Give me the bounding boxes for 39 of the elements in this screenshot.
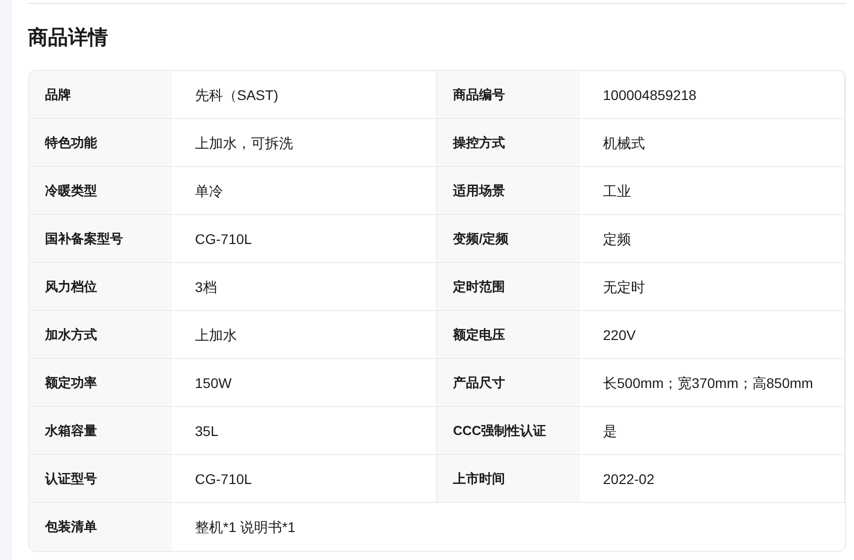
spec-label: 风力档位 bbox=[45, 278, 97, 296]
spec-value: 150W bbox=[195, 374, 232, 392]
spec-label: 冷暖类型 bbox=[45, 182, 97, 200]
spec-value: 整机*1 说明书*1 bbox=[195, 518, 296, 536]
spec-label: 上市时间 bbox=[453, 470, 505, 488]
spec-label: 品牌 bbox=[45, 86, 71, 104]
spec-value: 定频 bbox=[603, 230, 631, 248]
spec-label: 定时范围 bbox=[453, 278, 505, 296]
spec-value: 上加水，可拆洗 bbox=[195, 134, 293, 152]
spec-value: 35L bbox=[195, 422, 218, 440]
spec-value: 220V bbox=[603, 326, 636, 344]
spec-label: 额定电压 bbox=[453, 326, 505, 344]
spec-value: 长500mm；宽370mm；高850mm bbox=[603, 374, 814, 392]
spec-label: 操控方式 bbox=[453, 134, 505, 152]
spec-label: 变频/定频 bbox=[453, 230, 509, 248]
spec-label: 产品尺寸 bbox=[453, 374, 505, 392]
spec-value: CG-710L bbox=[195, 470, 252, 488]
spec-label: 商品编号 bbox=[453, 86, 505, 104]
spec-label: 适用场景 bbox=[453, 182, 505, 200]
spec-value: CG-710L bbox=[195, 230, 252, 248]
spec-label: 国补备案型号 bbox=[45, 230, 123, 248]
spec-value: 是 bbox=[603, 422, 617, 440]
spec-value: 先科（SAST) bbox=[195, 86, 278, 104]
spec-label: 认证型号 bbox=[45, 470, 97, 488]
spec-value: 工业 bbox=[603, 182, 631, 200]
spec-label: 水箱容量 bbox=[45, 422, 97, 440]
spec-label: 加水方式 bbox=[45, 326, 97, 344]
spec-label: CCC强制性认证 bbox=[453, 422, 546, 440]
spec-value: 2022-02 bbox=[603, 470, 654, 488]
spec-label: 包装清单 bbox=[45, 518, 97, 536]
spec-value: 机械式 bbox=[603, 134, 645, 152]
spec-value: 无定时 bbox=[603, 278, 645, 296]
spec-label: 额定功率 bbox=[45, 374, 97, 392]
spec-value: 100004859218 bbox=[603, 86, 696, 104]
spec-value: 单冷 bbox=[195, 182, 223, 200]
spec-value: 3档 bbox=[195, 278, 217, 296]
spec-label: 特色功能 bbox=[45, 134, 97, 152]
spec-value: 上加水 bbox=[195, 326, 237, 344]
section-title: 商品详情 bbox=[28, 26, 108, 51]
